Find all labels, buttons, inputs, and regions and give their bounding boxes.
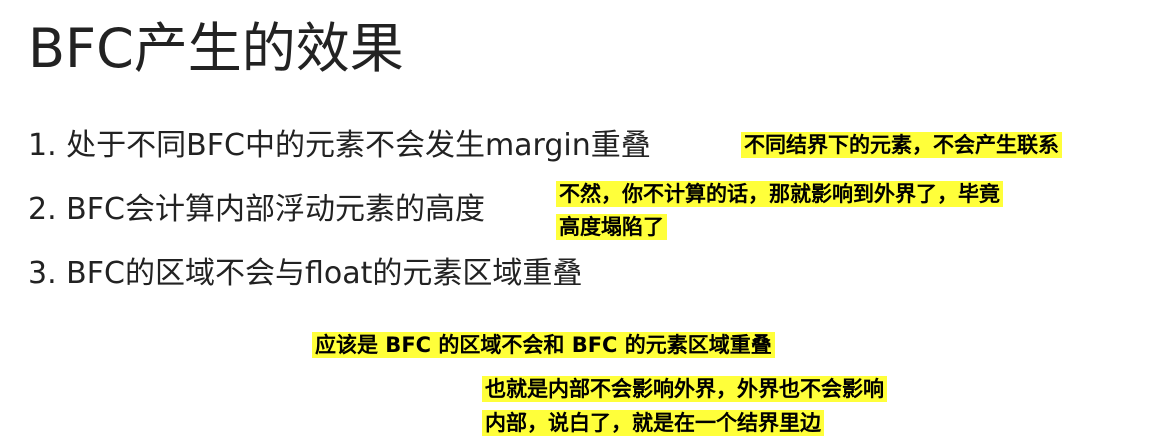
annotation-note-4-line-2: 内部，说白了，就是在一个结界里边 [482,410,824,436]
annotation-note-3: 应该是 BFC 的区域不会和 BFC 的元素区域重叠 [312,330,775,360]
annotation-note-1: 不同结界下的元素，不会产生联系 [741,130,1062,160]
annotation-note-1-text: 不同结界下的元素，不会产生联系 [741,132,1062,158]
annotation-note-2-line-2: 高度塌陷了 [556,214,667,240]
point-3: 3. BFC的区域不会与float的元素区域重叠 [28,256,583,291]
point-2: 2. BFC会计算内部浮动元素的高度 [28,192,485,227]
annotation-note-4: 也就是内部不会影响外界，外界也不会影响 内部，说白了，就是在一个结界里边 [482,372,887,440]
annotation-note-3-text: 应该是 BFC 的区域不会和 BFC 的元素区域重叠 [312,332,775,358]
annotation-note-2: 不然，你不计算的话，那就影响到外界了，毕竟 高度塌陷了 [556,178,1003,244]
annotation-note-4-line-1: 也就是内部不会影响外界，外界也不会影响 [482,376,887,402]
point-1: 1. 处于不同BFC中的元素不会发生margin重叠 [28,128,651,163]
slide-title: BFC产生的效果 [28,17,404,80]
annotation-note-2-line-1: 不然，你不计算的话，那就影响到外界了，毕竟 [556,181,1003,207]
